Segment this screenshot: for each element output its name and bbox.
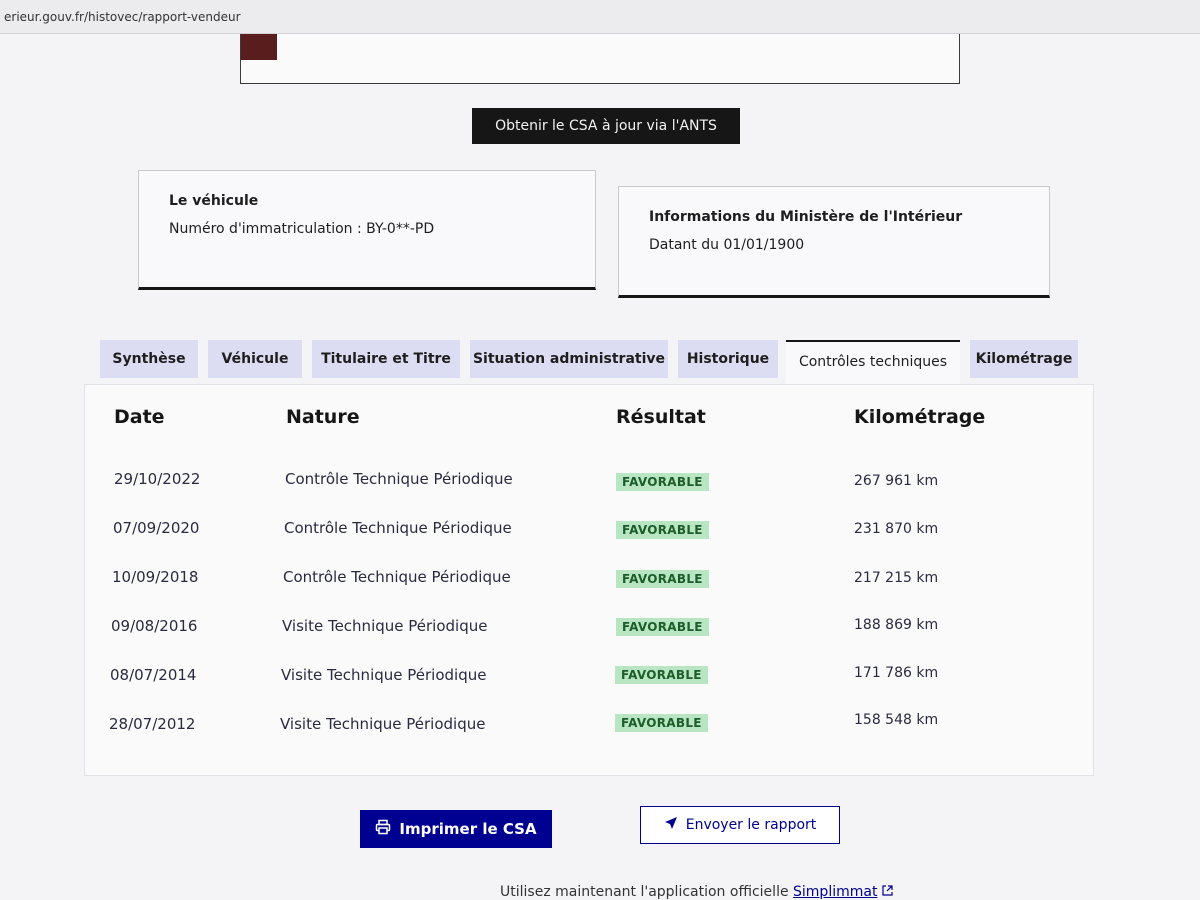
cell-kilometrage: 188 869 km <box>854 617 939 633</box>
ministere-card-title: Informations du Ministère de l'Intérieur <box>649 209 963 225</box>
cell-date: 08/07/2014 <box>110 666 197 684</box>
cell-kilometrage: 267 961 km <box>854 473 939 489</box>
cell-kilometrage: 171 786 km <box>854 665 939 681</box>
browser-address-bar[interactable]: erieur.gouv.fr/histovec/rapport-vendeur <box>0 0 1200 34</box>
footer-simplimmat-text: Utilisez maintenant l'application offici… <box>500 884 893 900</box>
table-row: 09/08/2016 Visite Technique Périodique F… <box>0 617 1200 647</box>
immatriculation-text: Numéro d'immatriculation : BY-0**-PD <box>169 221 435 237</box>
header-date: Date <box>114 406 165 428</box>
status-badge: FAVORABLE <box>615 714 708 732</box>
tab-titulaire-titre[interactable]: Titulaire et Titre <box>312 340 460 378</box>
url-text: erieur.gouv.fr/histovec/rapport-vendeur <box>4 10 241 24</box>
cell-nature: Contrôle Technique Périodique <box>284 519 512 537</box>
printer-icon <box>375 819 391 839</box>
tab-historique[interactable]: Historique <box>678 340 778 378</box>
status-badge: FAVORABLE <box>616 473 709 491</box>
ministere-date-text: Datant du 01/01/1900 <box>649 237 805 253</box>
decorative-block <box>241 34 277 60</box>
tab-kilometrage[interactable]: Kilométrage <box>970 340 1078 378</box>
cell-nature: Visite Technique Périodique <box>281 666 487 684</box>
cell-date: 28/07/2012 <box>109 715 196 733</box>
send-report-button[interactable]: Envoyer le rapport <box>640 806 840 844</box>
previous-section-frame <box>240 34 960 84</box>
cell-nature: Visite Technique Périodique <box>282 617 488 635</box>
tab-vehicule[interactable]: Véhicule <box>208 340 302 378</box>
status-badge: FAVORABLE <box>616 570 709 588</box>
print-csa-button[interactable]: Imprimer le CSA <box>360 810 552 848</box>
header-resultat: Résultat <box>616 406 706 428</box>
header-nature: Nature <box>286 406 360 428</box>
cell-date: 10/09/2018 <box>112 568 199 586</box>
cell-nature: Contrôle Technique Périodique <box>285 470 513 488</box>
obtain-csa-ants-button[interactable]: Obtenir le CSA à jour via l'ANTS <box>472 108 740 144</box>
cell-kilometrage: 217 215 km <box>854 570 939 586</box>
status-badge: FAVORABLE <box>616 521 709 539</box>
external-link-icon <box>882 884 893 900</box>
cell-kilometrage: 158 548 km <box>854 712 939 728</box>
header-kilometrage: Kilométrage <box>854 406 986 428</box>
status-badge: FAVORABLE <box>616 618 709 636</box>
cell-date: 09/08/2016 <box>111 617 198 635</box>
cell-date: 07/09/2020 <box>113 519 200 537</box>
tab-situation-administrative[interactable]: Situation administrative <box>470 340 668 378</box>
cell-nature: Visite Technique Périodique <box>280 715 486 733</box>
vehicle-card-title: Le véhicule <box>169 193 259 209</box>
table-row: 08/07/2014 Visite Technique Périodique F… <box>0 665 1200 696</box>
table-row: 28/07/2012 Visite Technique Périodique F… <box>0 712 1200 745</box>
cell-kilometrage: 231 870 km <box>854 521 939 537</box>
status-badge: FAVORABLE <box>615 666 708 684</box>
vehicle-card: Le véhicule Numéro d'immatriculation : B… <box>138 170 596 290</box>
table-row: 07/09/2020 Contrôle Technique Périodique… <box>0 519 1200 549</box>
tab-controles-techniques[interactable]: Contrôles techniques <box>786 340 960 384</box>
tab-bar: Synthèse Véhicule Titulaire et Titre Sit… <box>100 340 1090 390</box>
send-arrow-icon <box>664 816 678 834</box>
send-report-label: Envoyer le rapport <box>685 817 817 833</box>
cell-date: 29/10/2022 <box>114 470 201 488</box>
print-csa-label: Imprimer le CSA <box>399 820 537 838</box>
table-row: 10/09/2018 Contrôle Technique Périodique… <box>0 568 1200 598</box>
table-row: 29/10/2022 Contrôle Technique Périodique… <box>0 470 1200 500</box>
tab-synthese[interactable]: Synthèse <box>100 340 198 378</box>
ministere-card: Informations du Ministère de l'Intérieur… <box>618 186 1050 298</box>
cell-nature: Contrôle Technique Périodique <box>283 568 511 586</box>
footer-text: Utilisez maintenant l'application offici… <box>500 884 794 900</box>
simplimmat-link[interactable]: Simplimmat <box>793 884 877 900</box>
